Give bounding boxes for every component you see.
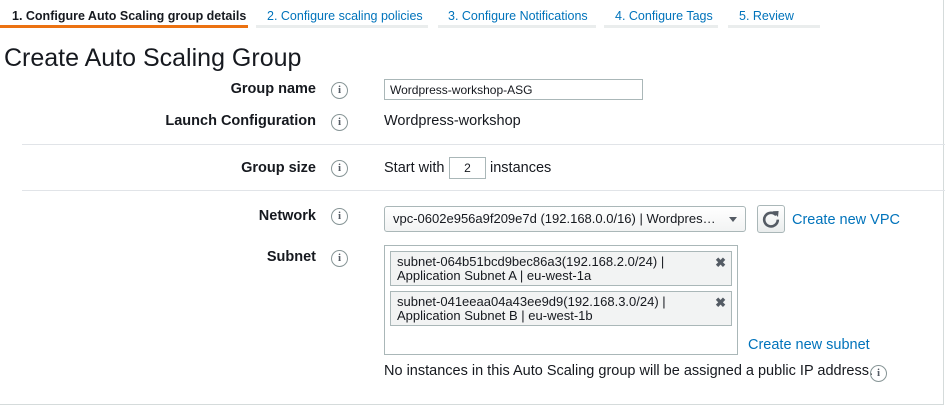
group-size-prefix: Start with — [384, 160, 445, 176]
refresh-button[interactable] — [757, 205, 785, 233]
info-icon[interactable]: i — [870, 365, 887, 382]
chevron-down-icon — [729, 217, 737, 222]
launch-configuration-value: Wordpress-workshop — [384, 113, 521, 129]
group-size-label: Group size — [241, 160, 316, 176]
info-icon[interactable]: i — [331, 208, 348, 225]
group-size-suffix: instances — [490, 160, 552, 176]
subnet-chip: subnet-041eeaa04a43ee9d9(192.168.3.0/24)… — [390, 291, 732, 326]
tab-configure-tags[interactable]: 4. Configure Tags — [604, 0, 718, 28]
info-icon[interactable]: i — [331, 114, 348, 131]
create-new-subnet-link[interactable]: Create new subnet — [748, 337, 870, 353]
section-divider — [22, 144, 945, 145]
launch-configuration-label: Launch Configuration — [165, 113, 316, 129]
tab-configure-scaling-policies[interactable]: 2. Configure scaling policies — [256, 0, 428, 28]
network-label: Network — [258, 208, 316, 224]
page-title: Create Auto Scaling Group — [4, 44, 302, 72]
close-icon[interactable]: ✖ — [715, 296, 726, 310]
tab-configure-notifications[interactable]: 3. Configure Notifications — [438, 0, 596, 28]
info-icon[interactable]: i — [331, 82, 348, 99]
subnet-multiselect[interactable]: subnet-064b51bcd9bec86a3(192.168.2.0/24)… — [384, 245, 738, 355]
group-name-label: Group name — [230, 81, 316, 97]
subnet-chip: subnet-064b51bcd9bec86a3(192.168.2.0/24)… — [390, 251, 732, 286]
refresh-icon — [762, 211, 780, 228]
group-name-input[interactable] — [384, 79, 643, 100]
subnet-chip-line2: Application Subnet A | eu-west-1a — [397, 268, 592, 283]
info-icon[interactable]: i — [331, 250, 348, 267]
subnet-label: Subnet — [266, 249, 316, 265]
section-divider — [22, 190, 945, 191]
close-icon[interactable]: ✖ — [715, 256, 726, 270]
tab-configure-details[interactable]: 1. Configure Auto Scaling group details — [0, 0, 248, 28]
group-size-input[interactable] — [449, 157, 486, 179]
subnet-chip-line1: subnet-064b51bcd9bec86a3(192.168.2.0/24)… — [397, 254, 665, 269]
public-ip-note: No instances in this Auto Scaling group … — [384, 363, 873, 379]
tab-review[interactable]: 5. Review — [728, 0, 820, 28]
subnet-chip-line2: Application Subnet B | eu-west-1b — [397, 308, 593, 323]
network-selected-value: vpc-0602e956a9f209e7d (192.168.0.0/16) |… — [393, 211, 716, 226]
create-new-vpc-link[interactable]: Create new VPC — [792, 212, 900, 228]
network-select[interactable]: vpc-0602e956a9f209e7d (192.168.0.0/16) |… — [384, 206, 746, 232]
subnet-chip-line1: subnet-041eeaa04a43ee9d9(192.168.3.0/24)… — [397, 294, 666, 309]
info-icon[interactable]: i — [331, 160, 348, 177]
